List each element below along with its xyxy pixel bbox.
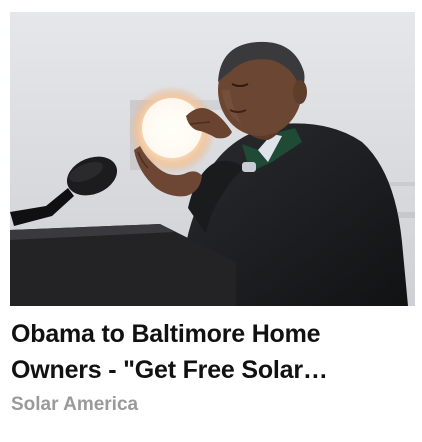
ad-photo[interactable]	[10, 12, 415, 306]
sponsored-ad-card[interactable]: Obama to Baltimore Home Owners - "Get Fr…	[0, 0, 422, 442]
ad-source-label: Solar America	[11, 394, 139, 415]
ad-title-link[interactable]: Obama to Baltimore Home Owners - "Get Fr…	[11, 316, 411, 388]
